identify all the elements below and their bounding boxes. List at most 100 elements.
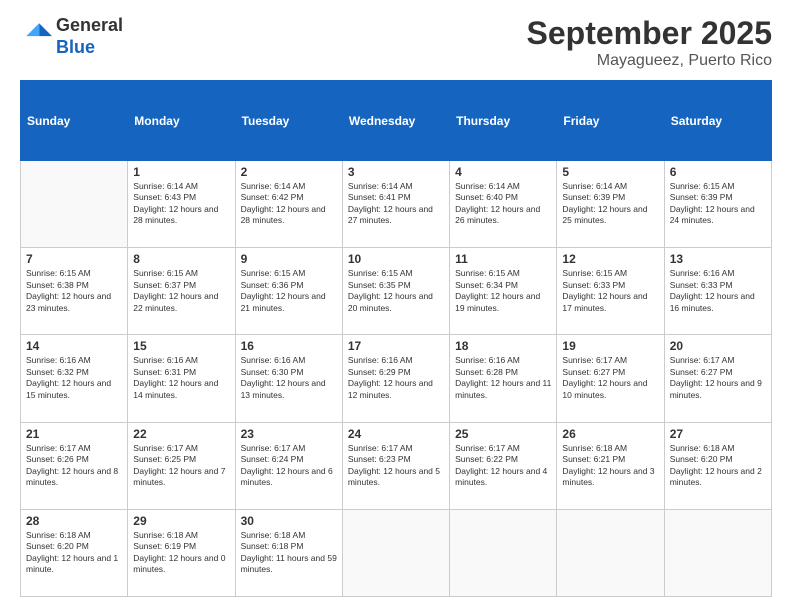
date-number: 3 (348, 165, 444, 179)
weekday-thursday: Thursday (450, 81, 557, 161)
cell-info: Sunrise: 6:18 AM Sunset: 6:20 PM Dayligh… (670, 443, 766, 489)
date-number: 30 (241, 514, 337, 528)
table-row: 5 Sunrise: 6:14 AM Sunset: 6:39 PM Daylig… (557, 161, 664, 248)
cell-info: Sunrise: 6:18 AM Sunset: 6:18 PM Dayligh… (241, 530, 337, 576)
date-number: 28 (26, 514, 122, 528)
date-number: 25 (455, 427, 551, 441)
cell-info: Sunrise: 6:17 AM Sunset: 6:25 PM Dayligh… (133, 443, 229, 489)
table-row: 13 Sunrise: 6:16 AM Sunset: 6:33 PM Dayli… (664, 248, 771, 335)
cell-info: Sunrise: 6:15 AM Sunset: 6:33 PM Dayligh… (562, 268, 658, 314)
table-row (450, 509, 557, 596)
table-row: 4 Sunrise: 6:14 AM Sunset: 6:40 PM Daylig… (450, 161, 557, 248)
table-row: 6 Sunrise: 6:15 AM Sunset: 6:39 PM Daylig… (664, 161, 771, 248)
table-row: 22 Sunrise: 6:17 AM Sunset: 6:25 PM Dayli… (128, 422, 235, 509)
cell-info: Sunrise: 6:17 AM Sunset: 6:27 PM Dayligh… (670, 355, 766, 401)
table-row: 10 Sunrise: 6:15 AM Sunset: 6:35 PM Dayli… (342, 248, 449, 335)
cell-info: Sunrise: 6:16 AM Sunset: 6:28 PM Dayligh… (455, 355, 551, 401)
weekday-sunday: Sunday (21, 81, 128, 161)
cell-info: Sunrise: 6:14 AM Sunset: 6:40 PM Dayligh… (455, 181, 551, 227)
cell-info: Sunrise: 6:15 AM Sunset: 6:38 PM Dayligh… (26, 268, 122, 314)
location-title: Mayagueez, Puerto Rico (527, 52, 772, 70)
cell-info: Sunrise: 6:18 AM Sunset: 6:21 PM Dayligh… (562, 443, 658, 489)
date-number: 24 (348, 427, 444, 441)
cell-info: Sunrise: 6:16 AM Sunset: 6:29 PM Dayligh… (348, 355, 444, 401)
table-row: 3Sunrise: 6:14 AM Sunset: 6:41 PM Daylig… (342, 161, 449, 248)
weekday-wednesday: Wednesday (342, 81, 449, 161)
date-number: 19 (562, 339, 658, 353)
cell-info: Sunrise: 6:17 AM Sunset: 6:23 PM Dayligh… (348, 443, 444, 489)
calendar: Sunday Monday Tuesday Wednesday Thursday… (20, 80, 772, 597)
date-number: 7 (26, 252, 122, 266)
date-number: 27 (670, 427, 766, 441)
date-number: 23 (241, 427, 337, 441)
cell-info: Sunrise: 6:18 AM Sunset: 6:20 PM Dayligh… (26, 530, 122, 576)
table-row: 24 Sunrise: 6:17 AM Sunset: 6:23 PM Dayli… (342, 422, 449, 509)
date-number: 20 (670, 339, 766, 353)
calendar-week-3: 21 Sunrise: 6:17 AM Sunset: 6:26 PM Dayli… (21, 422, 772, 509)
calendar-week-2: 14Sunrise: 6:16 AM Sunset: 6:32 PM Dayli… (21, 335, 772, 422)
date-number: 12 (562, 252, 658, 266)
cell-info: Sunrise: 6:16 AM Sunset: 6:33 PM Dayligh… (670, 268, 766, 314)
weekday-monday: Monday (128, 81, 235, 161)
weekday-saturday: Saturday (664, 81, 771, 161)
table-row: 2 Sunrise: 6:14 AM Sunset: 6:42 PM Daylig… (235, 161, 342, 248)
table-row: 9 Sunrise: 6:15 AM Sunset: 6:36 PM Daylig… (235, 248, 342, 335)
date-number: 22 (133, 427, 229, 441)
date-number: 15 (133, 339, 229, 353)
table-row (664, 509, 771, 596)
date-number: 10 (348, 252, 444, 266)
table-row: 17 Sunrise: 6:16 AM Sunset: 6:29 PM Dayli… (342, 335, 449, 422)
header: General Blue September 2025 Mayagueez, P… (20, 15, 772, 70)
table-row: 12 Sunrise: 6:15 AM Sunset: 6:33 PM Dayli… (557, 248, 664, 335)
cell-info: Sunrise: 6:16 AM Sunset: 6:31 PM Dayligh… (133, 355, 229, 401)
cell-info: Sunrise: 6:15 AM Sunset: 6:35 PM Dayligh… (348, 268, 444, 314)
date-number: 16 (241, 339, 337, 353)
table-row: 16 Sunrise: 6:16 AM Sunset: 6:30 PM Dayli… (235, 335, 342, 422)
date-number: 29 (133, 514, 229, 528)
cell-info: Sunrise: 6:15 AM Sunset: 6:36 PM Dayligh… (241, 268, 337, 314)
cell-info: Sunrise: 6:17 AM Sunset: 6:26 PM Dayligh… (26, 443, 122, 489)
date-number: 14 (26, 339, 122, 353)
date-number: 4 (455, 165, 551, 179)
cell-info: Sunrise: 6:15 AM Sunset: 6:39 PM Dayligh… (670, 181, 766, 227)
date-number: 2 (241, 165, 337, 179)
month-title: September 2025 (527, 15, 772, 52)
table-row: 7 Sunrise: 6:15 AM Sunset: 6:38 PM Daylig… (21, 248, 128, 335)
cell-info: Sunrise: 6:15 AM Sunset: 6:34 PM Dayligh… (455, 268, 551, 314)
date-number: 1 (133, 165, 229, 179)
table-row: 1 Sunrise: 6:14 AM Sunset: 6:43 PM Daylig… (128, 161, 235, 248)
cell-info: Sunrise: 6:18 AM Sunset: 6:19 PM Dayligh… (133, 530, 229, 576)
date-number: 17 (348, 339, 444, 353)
date-number: 21 (26, 427, 122, 441)
date-number: 5 (562, 165, 658, 179)
table-row (342, 509, 449, 596)
logo-icon (22, 19, 52, 49)
date-number: 9 (241, 252, 337, 266)
table-row (557, 509, 664, 596)
date-number: 18 (455, 339, 551, 353)
logo-blue: Blue (56, 37, 95, 57)
date-number: 13 (670, 252, 766, 266)
cell-info: Sunrise: 6:16 AM Sunset: 6:30 PM Dayligh… (241, 355, 337, 401)
table-row: 30 Sunrise: 6:18 AM Sunset: 6:18 PM Dayli… (235, 509, 342, 596)
date-number: 26 (562, 427, 658, 441)
header-row: Sunday Monday Tuesday Wednesday Thursday… (21, 81, 772, 161)
logo: General Blue (20, 15, 123, 58)
table-row: 19 Sunrise: 6:17 AM Sunset: 6:27 PM Dayli… (557, 335, 664, 422)
table-row: 29 Sunrise: 6:18 AM Sunset: 6:19 PM Dayli… (128, 509, 235, 596)
table-row: 23 Sunrise: 6:17 AM Sunset: 6:24 PM Dayli… (235, 422, 342, 509)
table-row: 14Sunrise: 6:16 AM Sunset: 6:32 PM Dayli… (21, 335, 128, 422)
calendar-week-0: 1 Sunrise: 6:14 AM Sunset: 6:43 PM Daylig… (21, 161, 772, 248)
table-row (21, 161, 128, 248)
cell-info: Sunrise: 6:14 AM Sunset: 6:43 PM Dayligh… (133, 181, 229, 227)
table-row: 28 Sunrise: 6:18 AM Sunset: 6:20 PM Dayli… (21, 509, 128, 596)
cell-info: Sunrise: 6:17 AM Sunset: 6:24 PM Dayligh… (241, 443, 337, 489)
calendar-week-4: 28 Sunrise: 6:18 AM Sunset: 6:20 PM Dayli… (21, 509, 772, 596)
table-row: 25Sunrise: 6:17 AM Sunset: 6:22 PM Dayli… (450, 422, 557, 509)
cell-info: Sunrise: 6:14 AM Sunset: 6:42 PM Dayligh… (241, 181, 337, 227)
date-number: 6 (670, 165, 766, 179)
cell-info: Sunrise: 6:17 AM Sunset: 6:27 PM Dayligh… (562, 355, 658, 401)
table-row: 18 Sunrise: 6:16 AM Sunset: 6:28 PM Dayli… (450, 335, 557, 422)
cell-info: Sunrise: 6:14 AM Sunset: 6:39 PM Dayligh… (562, 181, 658, 227)
calendar-week-1: 7 Sunrise: 6:15 AM Sunset: 6:38 PM Daylig… (21, 248, 772, 335)
